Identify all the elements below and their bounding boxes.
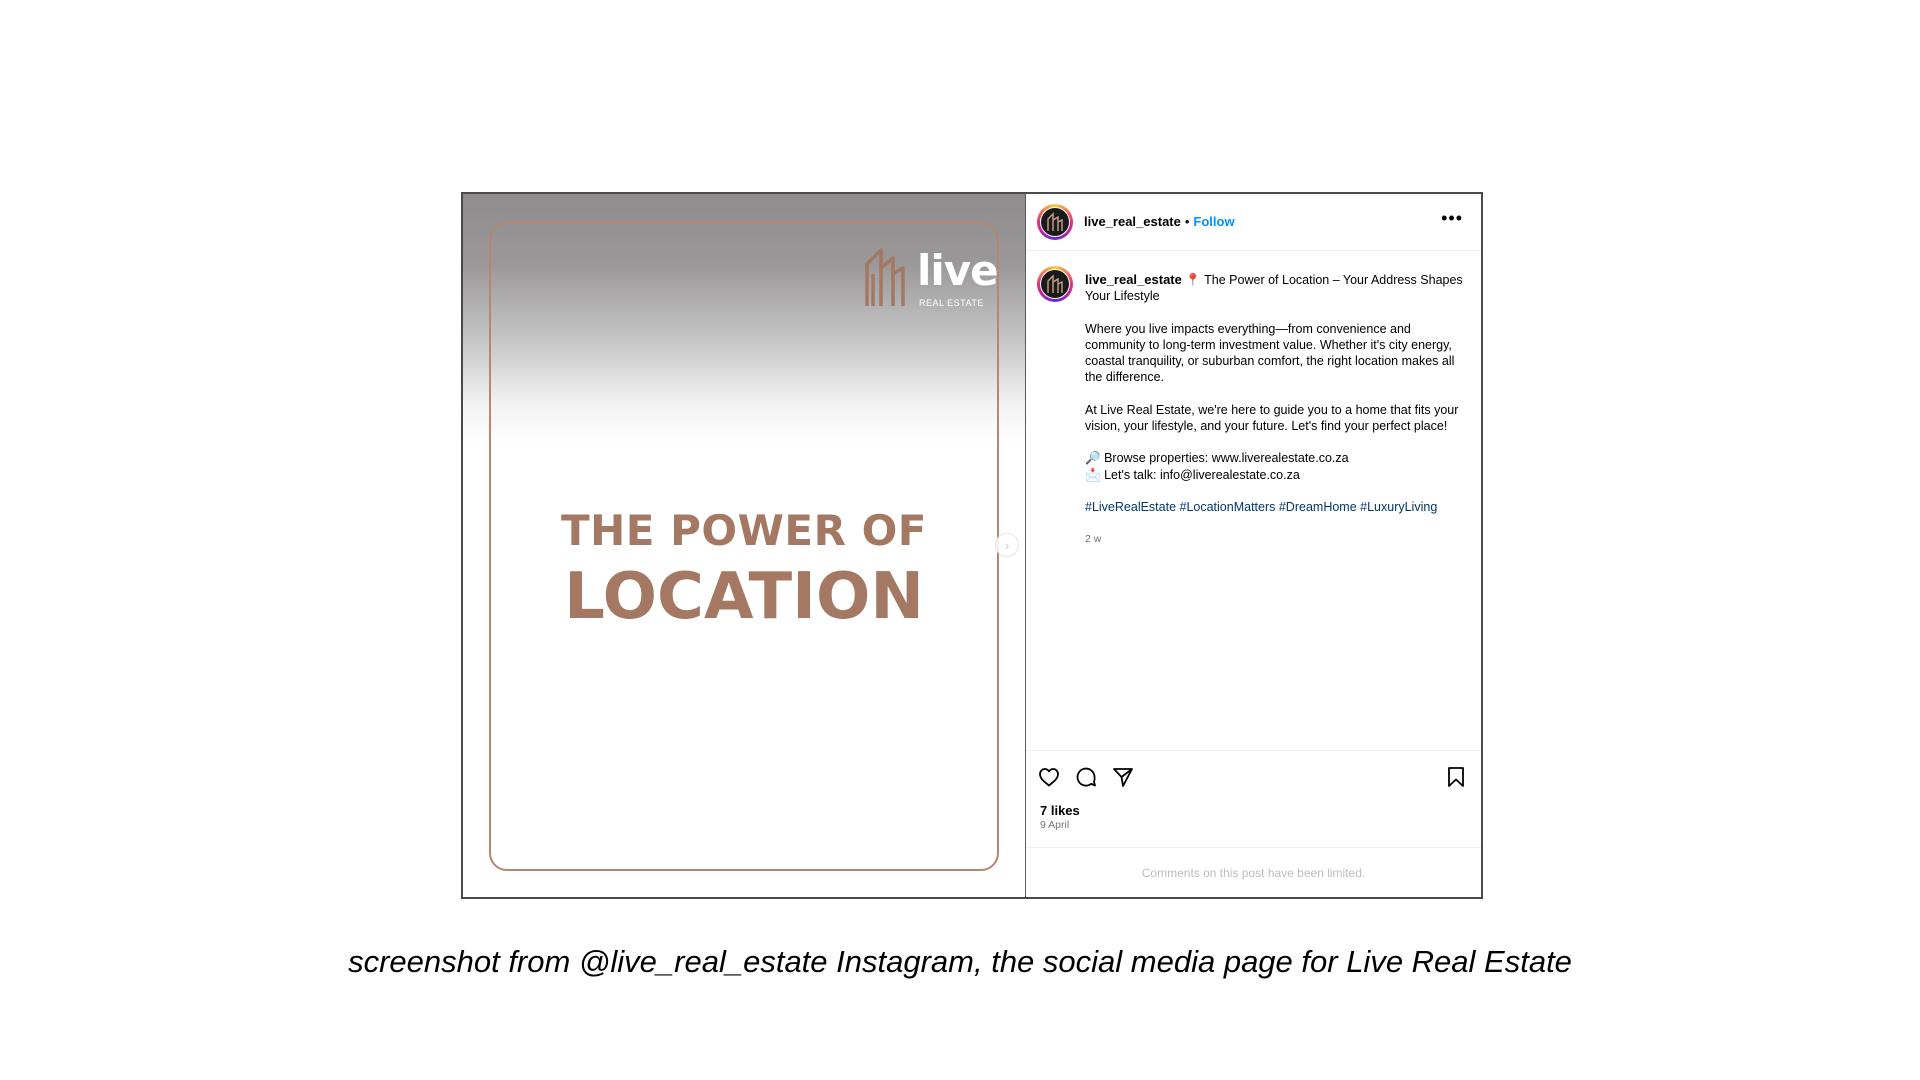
- headline-line-2: LOCATION: [564, 560, 924, 634]
- envelope-icon: 📩: [1085, 467, 1101, 482]
- headline-line-1: THE POWER OF: [561, 506, 927, 555]
- likes-count[interactable]: 7 likes: [1040, 803, 1080, 818]
- instagram-post-window: live REAL ESTATE THE POWER OF LOCATION ›…: [461, 192, 1483, 899]
- comment-icon[interactable]: [1074, 765, 1098, 789]
- next-slide-button[interactable]: ›: [995, 533, 1019, 557]
- post-header: live_real_estate • Follow •••: [1026, 194, 1481, 251]
- post-date: 9 April: [1040, 819, 1070, 831]
- post-side-panel: live_real_estate • Follow ••• live_real_es…: [1026, 194, 1481, 897]
- header-username[interactable]: live_real_estate: [1084, 214, 1181, 229]
- magnifier-icon: 🔎: [1085, 451, 1101, 466]
- hashtags[interactable]: #LiveRealEstate #LocationMatters #DreamH…: [1085, 499, 1465, 515]
- post-caption: live_real_estate 📍 The Power of Location…: [1085, 272, 1465, 548]
- pin-icon: 📍: [1185, 273, 1201, 287]
- separator-dot: •: [1184, 214, 1190, 229]
- building-logo-icon: [1047, 274, 1063, 293]
- post-media[interactable]: live REAL ESTATE THE POWER OF LOCATION ›: [463, 194, 1026, 897]
- heart-icon[interactable]: [1037, 765, 1061, 789]
- caption-time-ago: 2 w: [1085, 533, 1102, 546]
- bookmark-icon[interactable]: [1444, 765, 1468, 789]
- live-real-estate-logo: live REAL ESTATE: [863, 244, 999, 324]
- building-logo-icon: [865, 248, 905, 306]
- building-logo-icon: [1047, 212, 1063, 231]
- caption-avatar[interactable]: [1037, 266, 1073, 302]
- logo-word: live: [917, 246, 999, 295]
- logo-subtitle: REAL ESTATE: [919, 298, 984, 308]
- share-icon[interactable]: [1111, 765, 1135, 789]
- follow-button[interactable]: Follow: [1193, 214, 1234, 229]
- caption-username[interactable]: live_real_estate: [1085, 272, 1182, 287]
- avatar[interactable]: [1037, 204, 1073, 240]
- contact-email-text: Let's talk: info@liverealestate.co.za: [1104, 467, 1300, 482]
- caption-paragraph-2: At Live Real Estate, we're here to guide…: [1085, 402, 1459, 434]
- screenshot-caption: screenshot from @live_real_estate Instag…: [348, 944, 1572, 979]
- browse-properties-text: Browse properties: www.liverealestate.co…: [1104, 451, 1349, 466]
- caption-paragraph-1: Where you live impacts everything—from c…: [1085, 321, 1455, 385]
- comments-limited-notice: Comments on this post have been limited.: [1026, 847, 1481, 897]
- more-horizontal-icon[interactable]: •••: [1441, 208, 1463, 229]
- chevron-right-icon: ›: [1004, 537, 1010, 553]
